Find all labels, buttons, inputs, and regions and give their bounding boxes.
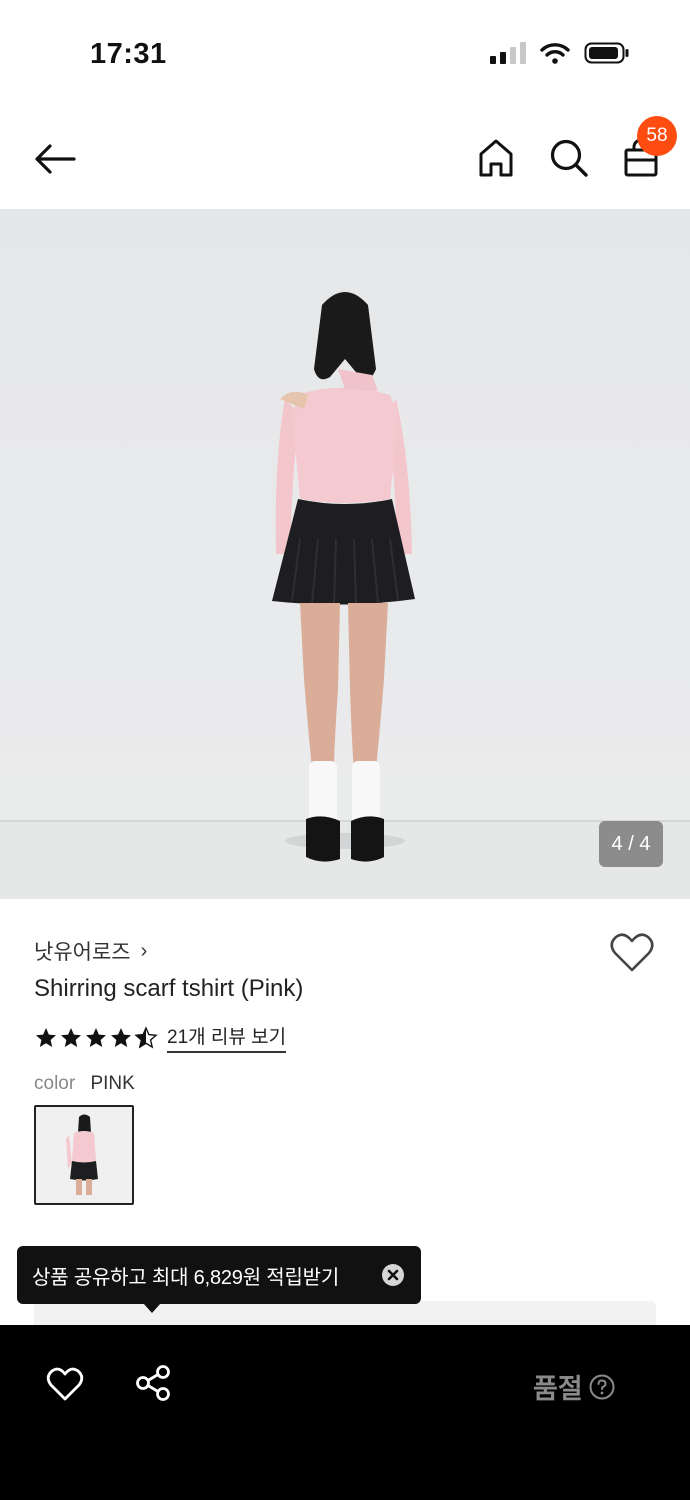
signal-icon: [490, 42, 526, 64]
heart-icon[interactable]: [609, 932, 655, 974]
soldout-label: 품절: [533, 1374, 583, 1404]
star-icon: [86, 1027, 106, 1047]
cart-count-badge: 58: [637, 116, 677, 156]
image-counter: 4 / 4: [599, 821, 663, 867]
bottom-action-bar: 품절: [0, 1325, 690, 1500]
star-half-icon: [134, 1025, 158, 1048]
swatch-thumbnail: [36, 1107, 132, 1203]
star-rating: [34, 1025, 158, 1050]
status-time: 17:31: [90, 38, 167, 70]
color-swatch-pink[interactable]: [34, 1105, 134, 1205]
product-image[interactable]: 4 / 4: [0, 209, 690, 899]
color-value: PINK: [90, 1073, 135, 1094]
soldout-status: 품절: [533, 1367, 615, 1406]
brand-name: 낫유어로즈: [34, 941, 131, 964]
share-reward-tooltip: 상품 공유하고 최대 6,829원 적립받기: [17, 1246, 421, 1304]
heart-icon[interactable]: [46, 1366, 84, 1402]
back-arrow-icon[interactable]: [30, 140, 78, 180]
search-icon[interactable]: [548, 137, 590, 179]
chevron-right-icon: ›: [140, 939, 148, 962]
star-icon: [36, 1027, 56, 1047]
help-icon[interactable]: [589, 1374, 615, 1400]
status-icons: [490, 42, 630, 64]
rating-row: 21개 리뷰 보기: [34, 1022, 287, 1053]
battery-icon: [584, 42, 629, 64]
home-icon[interactable]: [476, 137, 516, 179]
product-name: Shirring scarf tshirt (Pink): [34, 975, 304, 1002]
review-link[interactable]: 21개 리뷰 보기: [167, 1022, 287, 1053]
color-row: color PINK: [34, 1073, 135, 1095]
top-nav-bar: [0, 110, 690, 209]
star-icon: [111, 1027, 131, 1047]
share-icon[interactable]: [134, 1364, 172, 1402]
close-icon[interactable]: [382, 1264, 404, 1286]
brand-link[interactable]: 낫유어로즈 ›: [34, 936, 147, 966]
wifi-icon: [540, 43, 570, 64]
model-photo: [0, 292, 690, 899]
color-label: color: [34, 1073, 76, 1094]
star-icon: [61, 1027, 81, 1047]
tooltip-arrow: [143, 1303, 161, 1313]
status-bar: 17:31: [0, 0, 690, 110]
tooltip-text: 상품 공유하고 최대 6,829원 적립받기: [32, 1266, 340, 1289]
option-selector-bg: [34, 1301, 656, 1325]
